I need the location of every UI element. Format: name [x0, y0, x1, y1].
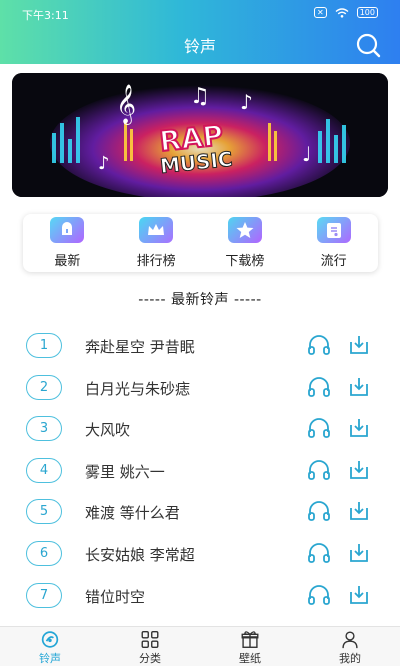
list-item[interactable]: 3 大风吹 — [0, 408, 400, 450]
svg-text:♪: ♪ — [98, 153, 110, 174]
star-icon — [227, 217, 262, 243]
search-icon[interactable] — [354, 31, 382, 59]
rank-number: 5 — [26, 499, 62, 525]
note-list-icon — [316, 217, 351, 243]
category-label: 排行榜 — [136, 254, 176, 269]
song-list: 1 奔赴星空 尹昔眠 2 白月光与朱砂痣 3 大风吹 4 雾里 姚六一 5 难渡… — [0, 325, 400, 616]
section-title: ----- 最新铃声 ----- — [138, 292, 262, 308]
song-title[interactable]: 错位时空 — [85, 586, 145, 607]
list-item[interactable]: 5 难渡 等什么君 — [0, 491, 400, 533]
song-title[interactable]: 难渡 等什么君 — [85, 502, 180, 523]
rank-number: 6 — [26, 540, 62, 566]
svg-text:♫: ♫ — [190, 84, 210, 109]
status-time: 下午3:11 — [22, 9, 69, 22]
list-item[interactable]: 1 奔赴星空 尹昔眠 — [0, 325, 400, 367]
category-ranking[interactable]: 排行榜 — [116, 217, 196, 269]
category-popular[interactable]: 流行 — [294, 217, 374, 269]
list-item[interactable]: 4 雾里 姚六一 — [0, 450, 400, 492]
bottom-tab-bar: 铃声 分类 壁纸 我的 — [0, 626, 400, 666]
tab-label: 分类 — [139, 652, 161, 665]
download-icon[interactable] — [347, 541, 371, 565]
svg-text:𝄞: 𝄞 — [116, 84, 136, 125]
tab-label: 铃声 — [39, 652, 61, 665]
list-item[interactable]: 6 长安姑娘 李常超 — [0, 533, 400, 575]
download-icon[interactable] — [347, 583, 371, 607]
banner-image: 𝄞 ♫ ♪ ♩ ♪ RAP MUSIC — [12, 73, 388, 197]
headphones-icon[interactable] — [307, 417, 331, 439]
rank-number: 4 — [26, 457, 62, 483]
list-item[interactable]: 2 白月光与朱砂痣 — [0, 367, 400, 409]
rank-number: 7 — [26, 582, 62, 608]
wifi-icon — [335, 7, 349, 18]
svg-text:♪: ♪ — [240, 90, 253, 114]
list-item[interactable]: 7 错位时空 — [0, 575, 400, 617]
category-card: 最新 排行榜 下载榜 流行 — [23, 214, 378, 272]
svg-text:♩: ♩ — [302, 142, 311, 166]
song-title[interactable]: 奔赴星空 尹昔眠 — [85, 336, 195, 357]
rank-number: 2 — [26, 374, 62, 400]
ringtone-icon — [41, 631, 59, 648]
download-icon[interactable] — [347, 333, 371, 357]
category-label: 下载榜 — [225, 254, 265, 269]
tab-wallpaper[interactable]: 壁纸 — [210, 627, 290, 666]
headphones-icon[interactable] — [307, 376, 331, 398]
category-latest[interactable]: 最新 — [27, 217, 107, 269]
song-title[interactable]: 白月光与朱砂痣 — [85, 378, 190, 399]
headphones-icon[interactable] — [307, 584, 331, 606]
battery-icon: 100 — [356, 7, 378, 18]
download-icon[interactable] — [347, 458, 371, 482]
tab-label: 壁纸 — [239, 652, 261, 665]
download-icon[interactable] — [347, 375, 371, 399]
headphones-icon[interactable] — [307, 542, 331, 564]
rap-music-banner[interactable]: 𝄞 ♫ ♪ ♩ ♪ RAP MUSIC — [12, 73, 388, 197]
crown-icon — [139, 217, 174, 243]
tab-profile[interactable]: 我的 — [310, 627, 390, 666]
page-title: 铃声 — [183, 37, 216, 56]
user-icon — [342, 631, 358, 649]
category-label: 流行 — [320, 254, 347, 269]
rank-number: 3 — [26, 416, 62, 442]
headphones-icon[interactable] — [307, 459, 331, 481]
headphones-icon[interactable] — [307, 334, 331, 356]
top-header: 下午3:11 ✕ 100 铃声 — [0, 0, 400, 64]
sim-icon: ✕ — [314, 7, 327, 18]
new-badge-icon — [50, 217, 85, 243]
category-label: 最新 — [54, 254, 81, 269]
ringtone-home-screen: 下午3:11 ✕ 100 铃声 𝄞 ♫ ♪ ♩ ♪ RAP MUSIC 最新 排… — [0, 0, 400, 666]
headphones-icon[interactable] — [307, 500, 331, 522]
grid-icon — [141, 631, 159, 648]
download-icon[interactable] — [347, 499, 371, 523]
tab-ringtone[interactable]: 铃声 — [10, 627, 90, 666]
tab-label: 我的 — [339, 652, 361, 665]
download-icon[interactable] — [347, 416, 371, 440]
song-title[interactable]: 长安姑娘 李常超 — [85, 544, 195, 565]
song-title[interactable]: 雾里 姚六一 — [85, 461, 165, 482]
status-icons: ✕ 100 — [314, 7, 378, 18]
tab-category[interactable]: 分类 — [110, 627, 190, 666]
rank-number: 1 — [26, 333, 62, 358]
category-downloads[interactable]: 下载榜 — [205, 217, 285, 269]
gift-icon — [241, 631, 259, 648]
song-title[interactable]: 大风吹 — [85, 419, 130, 440]
status-bar: 下午3:11 ✕ 100 — [0, 0, 400, 26]
